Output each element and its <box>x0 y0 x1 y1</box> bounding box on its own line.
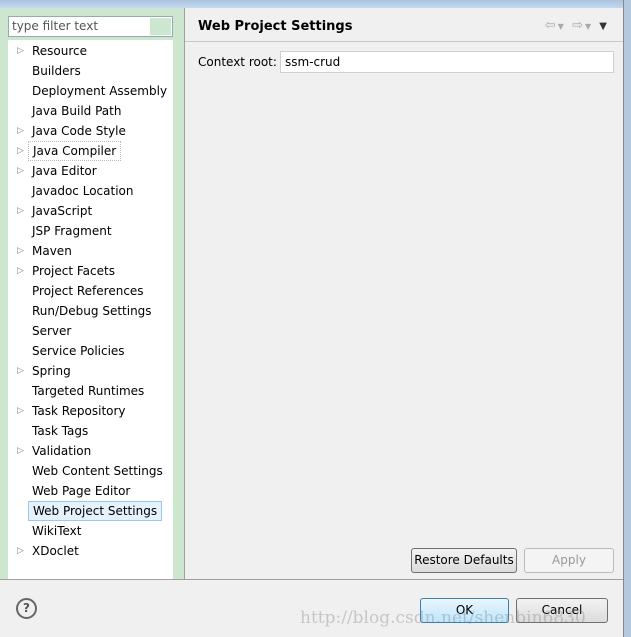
help-icon[interactable]: ? <box>16 598 37 619</box>
clear-filter-icon[interactable] <box>150 18 171 35</box>
tree-item[interactable]: Service Policies <box>8 341 173 361</box>
settings-page: Web Project Settings ⇦▼ ⇨▼ ▼ Context roo… <box>185 8 623 579</box>
tree-item-label: Project Facets <box>32 264 115 278</box>
tree-item[interactable]: ▷ Maven <box>8 241 173 261</box>
page-header: Web Project Settings ⇦▼ ⇨▼ ▼ <box>185 8 623 42</box>
tree-item[interactable]: Server <box>8 321 173 341</box>
tree-item-label: Resource <box>32 44 88 58</box>
tree-item-label: Server <box>32 324 72 338</box>
tree-item-label: Task Tags <box>32 424 89 438</box>
page-title: Web Project Settings <box>198 19 353 34</box>
tree-item[interactable]: Web Page Editor <box>8 481 173 501</box>
expand-arrow-icon[interactable]: ▷ <box>17 541 24 561</box>
preference-tree: ▷ Resource Builders Deployment Assembly Java… <box>8 40 173 579</box>
tree-item[interactable]: Deployment Assembly <box>8 81 173 101</box>
expand-arrow-icon[interactable]: ▷ <box>17 141 24 161</box>
tree-item-label: XDoclet <box>32 544 79 558</box>
tree-item[interactable]: Run/Debug Settings <box>8 301 173 321</box>
tree-item-label: Task Repository <box>32 404 126 418</box>
tree-item-label: WikiText <box>32 524 82 538</box>
tree-item[interactable]: JSP Fragment <box>8 221 173 241</box>
tree-item-label: Java Editor <box>32 164 97 178</box>
expand-arrow-icon[interactable]: ▷ <box>17 401 24 421</box>
tree-item[interactable]: Java Build Path <box>8 101 173 121</box>
tree-item[interactable]: Web Project Settings <box>8 501 173 521</box>
tree-item-label: Maven <box>32 244 72 258</box>
tree-item-label: Spring <box>32 364 71 378</box>
tree-item[interactable]: Javadoc Location <box>8 181 173 201</box>
tree-item-label: Builders <box>32 64 81 78</box>
expand-arrow-icon[interactable]: ▷ <box>17 161 24 181</box>
navigation-panel: type filter text ▷ Resource Builders Deploy… <box>0 8 185 579</box>
tree-item[interactable]: ▷ Java Editor <box>8 161 173 181</box>
window-border <box>623 0 631 637</box>
tree-item-label: Java Compiler <box>28 141 122 161</box>
tree-item-label: Java Build Path <box>32 104 122 118</box>
watermark: http://blog.csdn.net/shenbin6830 <box>300 608 586 628</box>
tree-item-label: JSP Fragment <box>32 224 112 238</box>
expand-arrow-icon[interactable]: ▷ <box>17 201 24 221</box>
back-arrow-icon[interactable]: ⇦ <box>545 18 558 33</box>
tree-item-label: Deployment Assembly <box>32 84 168 98</box>
restore-defaults-button[interactable]: Restore Defaults <box>411 548 517 573</box>
expand-arrow-icon[interactable]: ▷ <box>17 261 24 281</box>
expand-arrow-icon[interactable]: ▷ <box>17 241 24 261</box>
tree-item-label: JavaScript <box>32 204 93 218</box>
tree-item[interactable]: ▷ Resource <box>8 41 173 61</box>
tree-item[interactable]: ▷ Validation <box>8 441 173 461</box>
expand-arrow-icon[interactable]: ▷ <box>17 41 24 61</box>
tree-item-label: Validation <box>32 444 92 458</box>
expand-arrow-icon[interactable]: ▷ <box>17 441 24 461</box>
forward-menu-icon[interactable]: ▼ <box>585 22 593 31</box>
tree-item[interactable]: WikiText <box>8 521 173 541</box>
context-root-input[interactable]: ssm-crud <box>280 51 614 73</box>
tree-item-label: Service Policies <box>32 344 125 358</box>
window-title-bar <box>0 0 631 8</box>
tree-item[interactable]: ▷ Java Code Style <box>8 121 173 141</box>
dialog-button-bar: ? OK Cancel http://blog.csdn.net/shenbin… <box>0 579 623 637</box>
tree-item-label: Web Page Editor <box>32 484 131 498</box>
expand-arrow-icon[interactable]: ▷ <box>17 361 24 381</box>
tree-item-label: Java Code Style <box>32 124 126 138</box>
filter-placeholder: type filter text <box>12 19 99 33</box>
tree-item-label: Targeted Runtimes <box>32 384 145 398</box>
tree-item[interactable]: Targeted Runtimes <box>8 381 173 401</box>
tree-item[interactable]: Web Content Settings <box>8 461 173 481</box>
tree-item-label: Javadoc Location <box>32 184 134 198</box>
view-menu-icon[interactable]: ▼ <box>599 21 609 32</box>
forward-arrow-icon[interactable]: ⇨ <box>572 18 585 33</box>
tree-item-label: Web Project Settings <box>28 501 163 521</box>
expand-arrow-icon[interactable]: ▷ <box>17 121 24 141</box>
back-menu-icon[interactable]: ▼ <box>558 22 566 31</box>
history-nav: ⇦▼ ⇨▼ ▼ <box>545 18 609 33</box>
tree-item[interactable]: Builders <box>8 61 173 81</box>
tree-item[interactable]: Task Tags <box>8 421 173 441</box>
tree-item[interactable]: ▷ Spring <box>8 361 173 381</box>
tree-item[interactable]: ▷ Project Facets <box>8 261 173 281</box>
apply-button[interactable]: Apply <box>524 548 614 573</box>
tree-item[interactable]: ▷ XDoclet <box>8 541 173 561</box>
tree-item[interactable]: ▷ Java Compiler <box>8 141 173 161</box>
tree-item[interactable]: Project References <box>8 281 173 301</box>
context-root-label: Context root: <box>198 55 277 69</box>
tree-item[interactable]: ▷ JavaScript <box>8 201 173 221</box>
tree-item[interactable]: ▷ Task Repository <box>8 401 173 421</box>
filter-input[interactable]: type filter text <box>8 16 173 37</box>
tree-item-label: Web Content Settings <box>32 464 163 478</box>
tree-item-label: Project References <box>32 284 144 298</box>
tree-item-label: Run/Debug Settings <box>32 304 152 318</box>
